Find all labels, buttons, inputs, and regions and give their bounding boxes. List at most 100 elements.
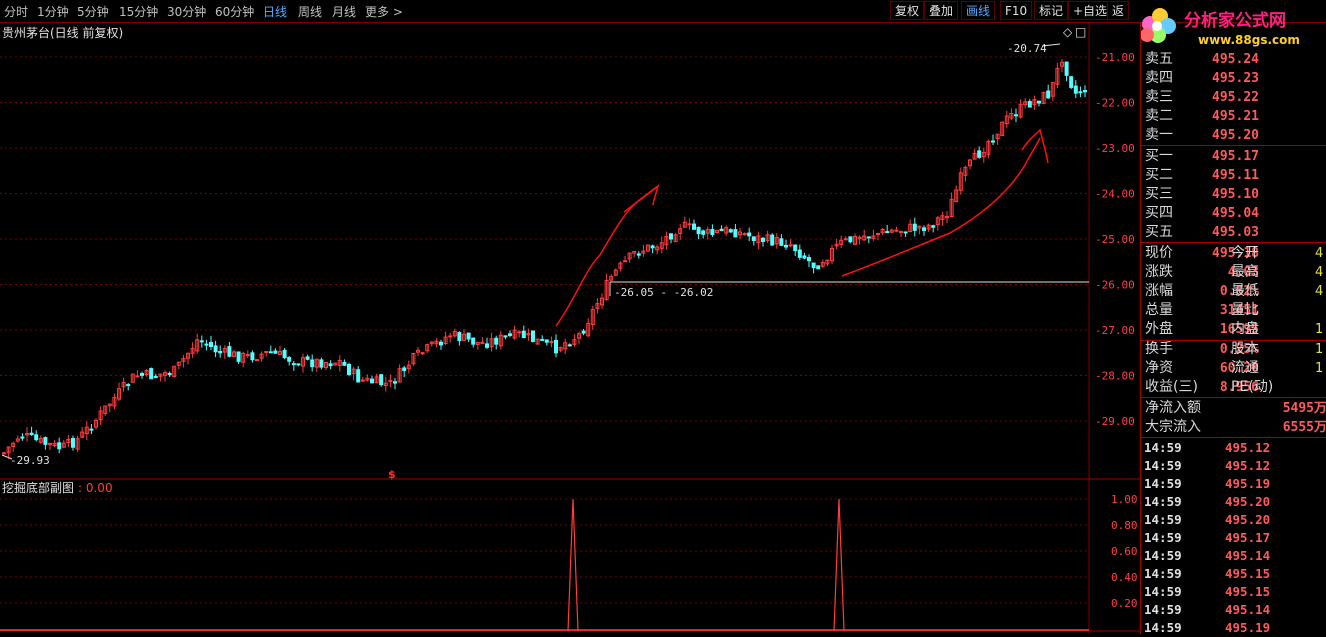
period-tab-7[interactable]: 周线 [298, 3, 322, 20]
quote-row-1[interactable]: 涨跌 4.03 最高 4 [1143, 263, 1326, 282]
candle-body [268, 351, 273, 354]
bid-row-0[interactable]: 买一 495.17 [1143, 147, 1326, 166]
toolbar-button-0[interactable]: 复权 [890, 1, 925, 20]
flow-row-1-label: 大宗流入 [1145, 419, 1201, 435]
drawn-arrow-1[interactable] [555, 185, 659, 327]
tick-row: 14:59 495.19 [1143, 619, 1326, 637]
tick-price: 495.17 [1225, 530, 1271, 545]
candle-body [167, 372, 172, 376]
fund-row-2[interactable]: 收益(三) 8.956 PE(动) [1143, 378, 1326, 397]
candle-body [521, 330, 526, 339]
candle-body [1078, 91, 1083, 94]
ask-row-1-value: 495.23 [1212, 71, 1259, 86]
toolbar-button-6[interactable]: 返 [1107, 1, 1130, 20]
panel-divider [1141, 397, 1326, 398]
period-tab-9[interactable]: 更多 > [365, 3, 403, 20]
candle-body [811, 262, 816, 269]
toolbar-button-2[interactable]: 画线 [961, 1, 996, 20]
period-tab-3[interactable]: 15分钟 [119, 3, 158, 20]
bid-row-3[interactable]: 买四 495.04 [1143, 204, 1326, 223]
tick-price: 495.14 [1225, 602, 1271, 617]
bid-row-2-value: 495.10 [1212, 187, 1259, 202]
ask-row-3-value: 495.21 [1212, 109, 1259, 124]
ask-row-3[interactable]: 卖二 495.21 [1143, 107, 1326, 126]
bid-row-4-label: 买五 [1145, 224, 1173, 240]
quote-row-3[interactable]: 总量 31451 量比 [1143, 301, 1326, 320]
tick-row: 14:59 495.14 [1143, 601, 1326, 619]
tick-price: 495.12 [1225, 440, 1271, 455]
period-tab-2[interactable]: 5分钟 [77, 3, 109, 20]
diamond-icon[interactable]: ◇ [1063, 25, 1073, 39]
candle-body [761, 237, 765, 242]
candle-body [485, 343, 489, 348]
candle-body [218, 350, 223, 354]
period-tab-1[interactable]: 1分钟 [37, 3, 69, 20]
ask-row-2[interactable]: 卖三 495.22 [1143, 88, 1326, 107]
toolbar-button-5[interactable]: +自选 [1068, 1, 1113, 20]
drawn-arrow-2[interactable] [841, 137, 1041, 277]
period-tab-5[interactable]: 60分钟 [215, 3, 254, 20]
tick-time: 14:59 [1144, 530, 1182, 545]
ask-row-4-label: 卖一 [1145, 127, 1173, 143]
ask-row-4[interactable]: 卖一 495.20 [1143, 126, 1326, 145]
quote-row-2[interactable]: 涨幅 0.82% 最低 4 [1143, 282, 1326, 301]
toolbar-button-4[interactable]: 标记 [1034, 1, 1069, 20]
candle-body [1069, 76, 1074, 88]
tick-row: 14:59 495.15 [1143, 565, 1326, 583]
toolbar-button-3[interactable]: F10 [1000, 1, 1033, 20]
bid-row-1-value: 495.11 [1212, 168, 1259, 183]
candle-body [540, 338, 545, 341]
candle-body [742, 233, 747, 236]
flow-row-0[interactable]: 净流入额 5495万 [1143, 399, 1326, 418]
period-tab-4[interactable]: 30分钟 [167, 3, 206, 20]
period-tab-8[interactable]: 月线 [332, 3, 356, 20]
range-annotation: -26.05 - -26.02 [614, 286, 713, 299]
tick-price: 495.19 [1225, 476, 1271, 491]
candle-body [393, 381, 397, 384]
candle-body [807, 257, 811, 262]
drawn-arrowhead-1[interactable] [623, 184, 660, 213]
candle-body [857, 236, 862, 239]
candle-body [903, 231, 908, 234]
candle-body [784, 244, 788, 248]
ask-row-1[interactable]: 卖四 495.23 [1143, 69, 1326, 88]
quote-row-1-label: 涨跌 [1145, 264, 1173, 280]
bid-row-4[interactable]: 买五 495.03 [1143, 223, 1326, 242]
candle-body [503, 335, 508, 338]
quote-row-4[interactable]: 外盘 16595 内盘 1 [1143, 320, 1326, 339]
quote-row-0[interactable]: 现价 495.18 今开 4 [1143, 244, 1326, 263]
tick-row: 14:59 495.20 [1143, 493, 1326, 511]
bid-row-1[interactable]: 买二 495.11 [1143, 166, 1326, 185]
fund-row-0[interactable]: 换手 0.25% 股本 1 [1143, 340, 1326, 359]
quote-row-0-label: 现价 [1145, 245, 1173, 261]
quote-row-0-label2: 今开 [1231, 245, 1259, 261]
window-icon[interactable]: □ [1075, 25, 1086, 39]
candle-body [687, 223, 692, 226]
candle-body [402, 367, 407, 372]
ask-row-0[interactable]: 卖五 495.24 [1143, 50, 1326, 69]
candle-body [457, 332, 462, 342]
tick-row: 14:59 495.12 [1143, 457, 1326, 475]
period-tab-0[interactable]: 分时 [4, 3, 28, 20]
candle-body [747, 232, 752, 237]
candle-body [153, 376, 158, 379]
candle-body [650, 245, 655, 249]
candle-body [494, 337, 499, 345]
fund-row-1[interactable]: 净资 60.20 流通 1 [1143, 359, 1326, 378]
flow-row-1[interactable]: 大宗流入 6555万 [1143, 418, 1326, 437]
tick-price: 495.14 [1225, 548, 1271, 563]
candle-body [1083, 90, 1087, 93]
period-tab-6[interactable]: 日线 [263, 3, 287, 20]
tick-time: 14:59 [1144, 476, 1182, 491]
candle-body [802, 255, 807, 259]
toolbar-button-1[interactable]: 叠加 [924, 1, 959, 20]
tick-price: 495.20 [1225, 512, 1271, 527]
candle-body [319, 359, 324, 368]
candle-body [140, 372, 144, 376]
candle-body [1014, 114, 1018, 117]
fund-row-1-value2: 1 [1315, 361, 1324, 376]
candle-body [793, 244, 798, 252]
kline-chart[interactable]: -21.00-22.00-23.00-24.00-25.00-26.00-27.… [0, 0, 1140, 634]
bid-row-2[interactable]: 买三 495.10 [1143, 185, 1326, 204]
candle-body [273, 350, 278, 354]
